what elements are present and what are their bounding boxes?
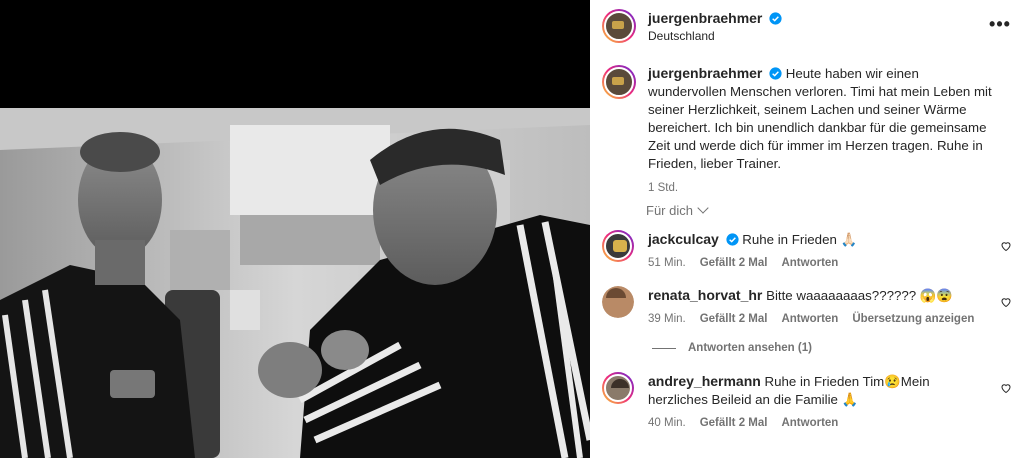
chevron-down-icon (697, 202, 709, 214)
heart-icon[interactable] (1000, 240, 1012, 252)
comment-likes[interactable]: Gefällt 2 Mal (700, 417, 768, 429)
comment-time: 40 Min. (648, 417, 686, 429)
commenter-avatar[interactable] (602, 372, 634, 404)
verified-badge-icon (769, 67, 782, 80)
commenter-avatar[interactable] (602, 230, 634, 262)
verified-badge-icon (725, 233, 739, 246)
caption-author-username[interactable]: juergenbraehmer (648, 65, 762, 81)
commenter-username[interactable]: jackculcay (648, 231, 719, 247)
sort-label: Für dich (646, 203, 693, 218)
post-header: juergenbraehmer Deutschland ••• (590, 0, 1024, 52)
heart-icon[interactable] (1000, 382, 1012, 394)
comment-time: 39 Min. (648, 313, 686, 325)
comment-text: Ruhe in Frieden 🙏🏻 (742, 232, 858, 247)
comment-text: Bitte waaaaaaaas?????? 😱😨 (766, 288, 953, 303)
post-caption: juergenbraehmer Heute haben wir einen wu… (602, 64, 1012, 194)
photo-illustration (0, 0, 590, 458)
verified-badge-icon (769, 11, 782, 25)
reply-button[interactable]: Antworten (781, 417, 838, 429)
comment-item: jackculcay Ruhe in Frieden 🙏🏻 51 Min. Ge… (602, 230, 1012, 269)
view-replies-label: Antworten ansehen (1) (688, 342, 812, 354)
author-avatar[interactable] (602, 9, 636, 43)
post-photo (0, 0, 590, 458)
translate-button[interactable]: Übersetzung anzeigen (852, 313, 974, 325)
commenter-username[interactable]: renata_horvat_hr (648, 287, 762, 303)
view-replies-button[interactable]: Antworten ansehen (1) (652, 342, 812, 354)
comment-sort-dropdown[interactable]: Für dich (646, 202, 709, 218)
post-panel: juergenbraehmer Deutschland ••• juergenb… (590, 0, 1024, 458)
post-timestamp: 1 Std. (648, 182, 679, 194)
comment-likes[interactable]: Gefällt 2 Mal (700, 313, 768, 325)
replies-divider (652, 347, 676, 349)
comment-likes[interactable]: Gefällt 2 Mal (700, 257, 768, 269)
heart-icon[interactable] (1000, 296, 1012, 308)
reply-button[interactable]: Antworten (781, 313, 838, 325)
caption-author-avatar[interactable] (602, 65, 636, 99)
author-username[interactable]: juergenbraehmer (648, 10, 762, 26)
commenter-username[interactable]: andrey_hermann (648, 373, 761, 389)
commenter-avatar[interactable] (602, 286, 634, 318)
comment-item: andrey_hermann Ruhe in Frieden Tim😢Mein … (602, 372, 1012, 429)
caption-text: Heute haben wir einen wundervollen Mensc… (648, 66, 992, 171)
reply-button[interactable]: Antworten (781, 257, 838, 269)
comment-time: 51 Min. (648, 257, 686, 269)
comment-item: renata_horvat_hr Bitte waaaaaaaas?????? … (602, 286, 1012, 325)
post-location[interactable]: Deutschland (648, 29, 782, 43)
more-options-icon[interactable]: ••• (989, 14, 1010, 34)
